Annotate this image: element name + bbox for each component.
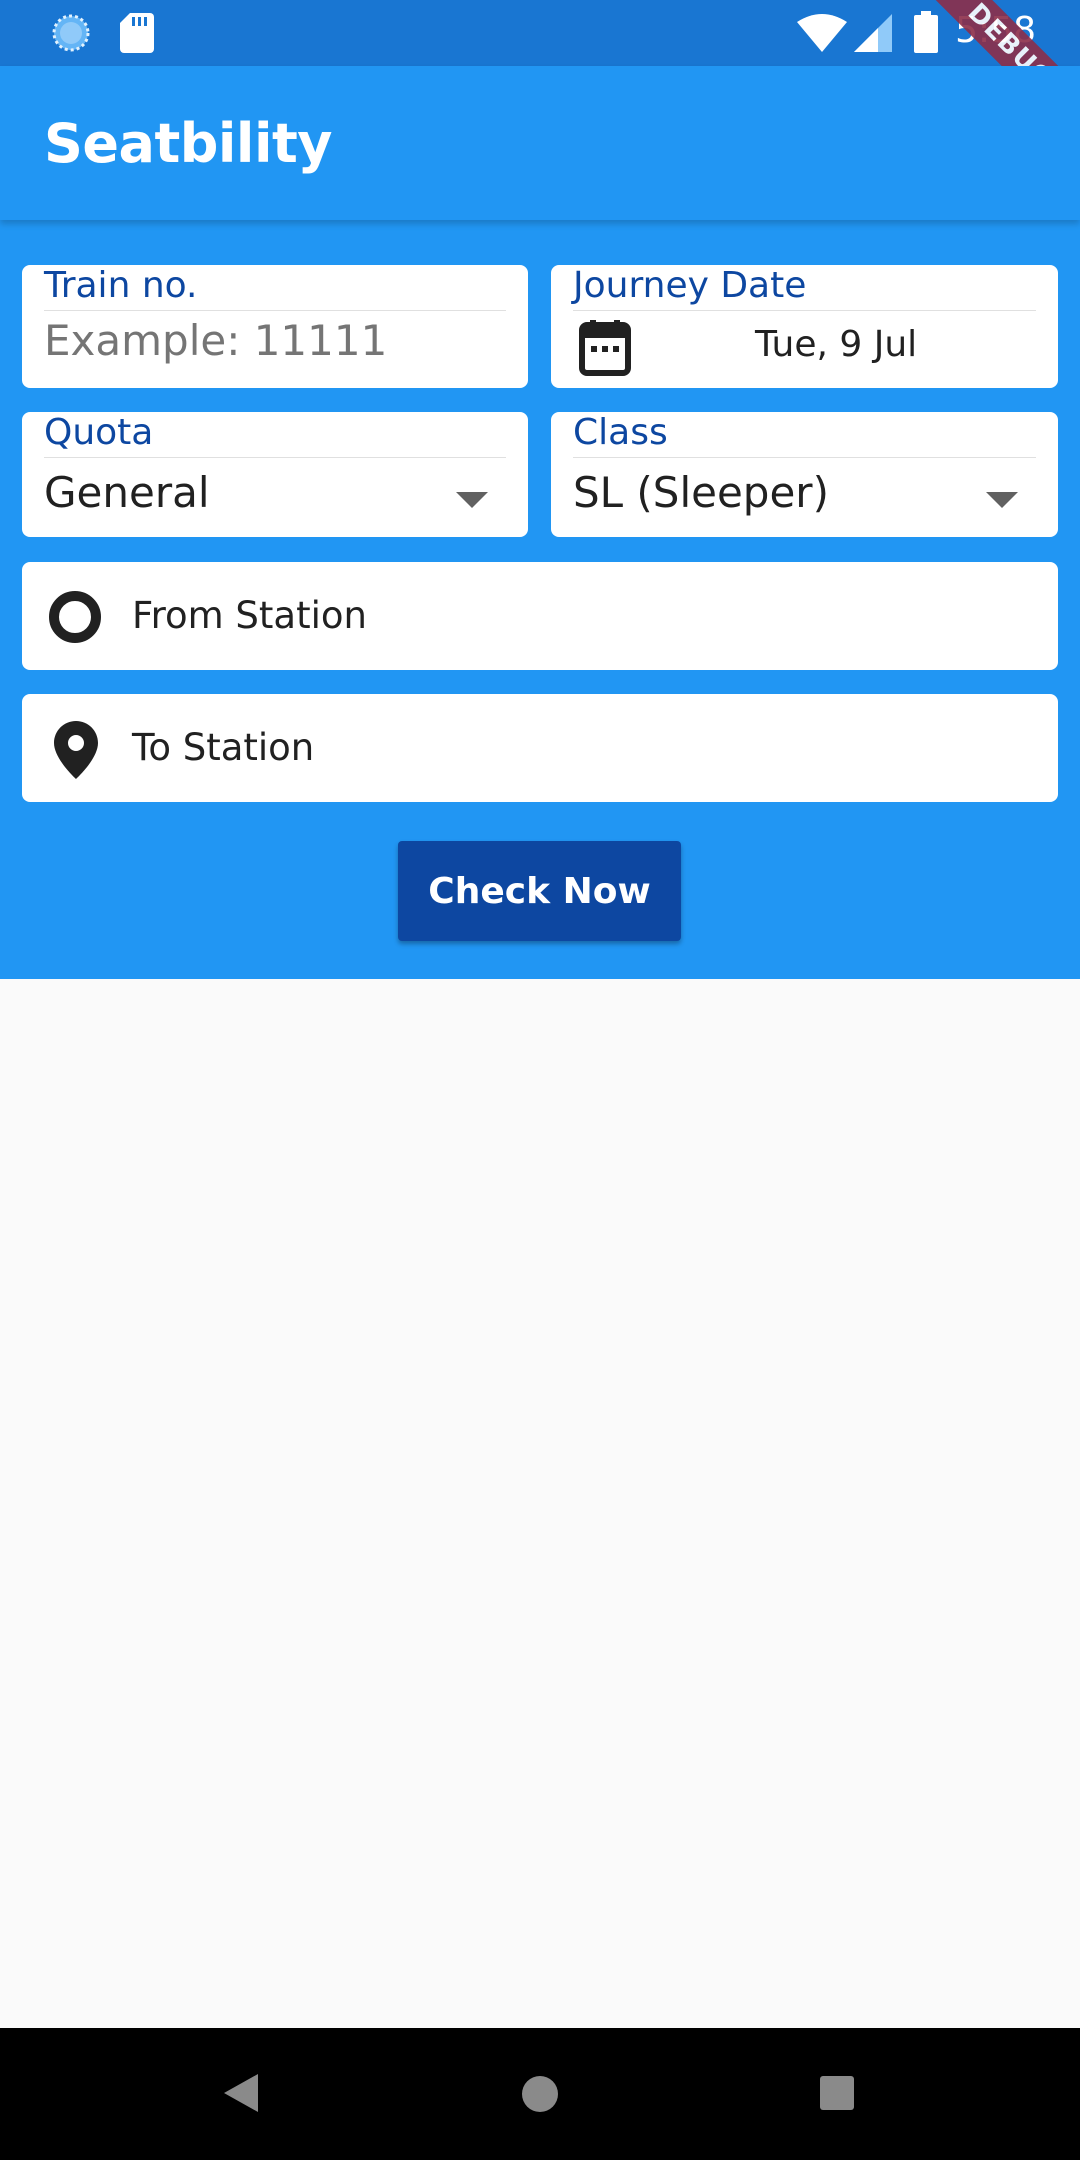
quota-dropdown[interactable]: Quota General [22, 412, 528, 537]
class-divider [573, 457, 1036, 458]
train-number-label: Train no. [44, 265, 198, 306]
class-dropdown[interactable]: Class SL (Sleeper) [551, 412, 1058, 537]
train-number-field[interactable]: Train no. Example: 11111 [22, 265, 528, 388]
calendar-icon[interactable] [579, 320, 631, 376]
to-station-field[interactable]: To Station [22, 694, 1058, 802]
battery-icon [914, 11, 938, 53]
location-pin-icon [54, 721, 98, 779]
back-icon[interactable] [222, 2072, 260, 2114]
recents-icon[interactable] [819, 2075, 855, 2111]
home-icon[interactable] [520, 2074, 560, 2114]
sd-card-icon [120, 13, 154, 53]
journey-date-label: Journey Date [573, 265, 807, 306]
journey-date-field[interactable]: Journey Date Tue, 9 Jul [551, 265, 1058, 388]
app-title: Seatbility [44, 112, 332, 175]
class-value[interactable]: SL (Sleeper) [573, 468, 829, 517]
app-bar: Seatbility [0, 66, 1080, 220]
circle-outline-icon [49, 591, 101, 643]
from-station-field[interactable]: From Station [22, 562, 1058, 670]
train-number-placeholder[interactable]: Example: 11111 [44, 316, 387, 365]
status-bar: 5:58 DEBUG [0, 0, 1080, 66]
system-nav-bar [0, 2028, 1080, 2160]
to-station-label[interactable]: To Station [132, 726, 314, 769]
sync-circle-icon [52, 14, 90, 52]
class-label: Class [573, 412, 668, 453]
from-station-label[interactable]: From Station [132, 594, 367, 637]
dropdown-arrow-icon[interactable] [986, 492, 1018, 508]
cell-signal-icon [854, 14, 892, 52]
quota-divider [44, 457, 506, 458]
search-form: Train no. Example: 11111 Journey Date Tu… [0, 220, 1080, 979]
check-now-button[interactable]: Check Now [398, 841, 681, 941]
train-number-divider [44, 310, 506, 311]
dropdown-arrow-icon[interactable] [456, 492, 488, 508]
journey-date-divider [573, 310, 1036, 311]
quota-label: Quota [44, 412, 154, 453]
quota-value[interactable]: General [44, 468, 210, 517]
journey-date-value[interactable]: Tue, 9 Jul [755, 324, 917, 365]
wifi-icon [797, 14, 847, 52]
